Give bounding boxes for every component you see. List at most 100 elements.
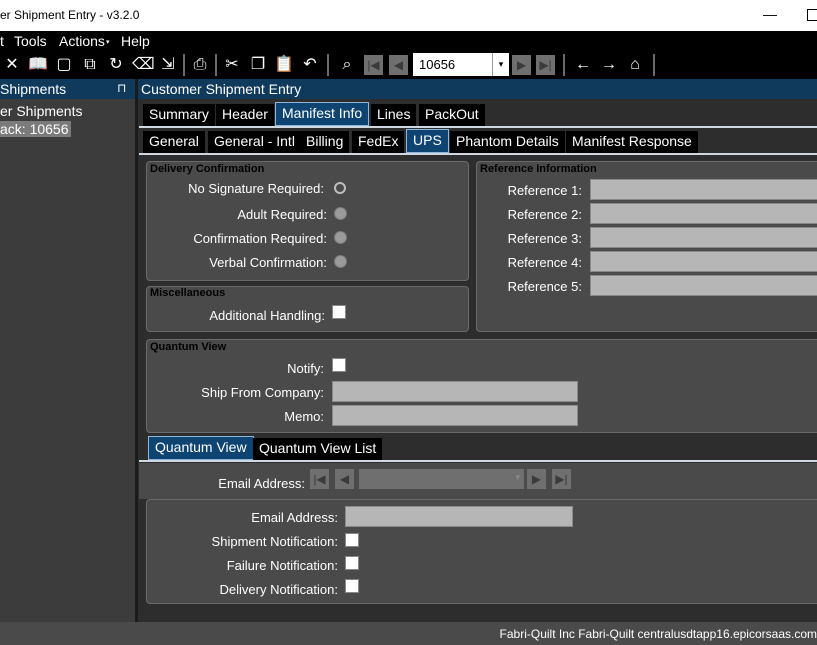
email-select[interactable]: ▾ xyxy=(359,469,524,489)
page-title: Customer Shipment Entry xyxy=(141,81,302,97)
no-signature-radio[interactable] xyxy=(334,182,346,194)
reference-4-label: Reference 4: xyxy=(507,255,582,270)
verbal-confirmation-label: Verbal Confirmation: xyxy=(209,255,327,270)
verbal-confirmation-radio[interactable] xyxy=(334,255,347,268)
toolbar-divider xyxy=(653,54,655,76)
next-record-icon[interactable]: ▶ xyxy=(512,55,531,75)
confirmation-required-radio[interactable] xyxy=(334,231,347,244)
toolbar-divider xyxy=(327,54,329,76)
subtab-general[interactable]: General xyxy=(143,131,205,153)
forward-arrow-icon[interactable]: → xyxy=(599,55,619,75)
memo-field[interactable] xyxy=(332,405,578,426)
tab-quantum-view[interactable]: Quantum View xyxy=(148,436,254,460)
reference-2-field[interactable] xyxy=(590,203,817,224)
save-icon[interactable]: ⇲ xyxy=(158,55,178,75)
menu-tools[interactable]: Tools xyxy=(14,33,47,49)
subtab-general-intl[interactable]: General - Intl xyxy=(208,131,301,153)
clear-icon[interactable]: ⌫ xyxy=(132,55,155,75)
left-panel-header: Shipments ⊓ xyxy=(0,79,135,99)
notify-checkbox[interactable] xyxy=(332,358,346,372)
reference-1-field[interactable] xyxy=(590,179,817,200)
tree-item-selected[interactable]: ack: 10656 xyxy=(0,121,71,137)
tree-root[interactable]: er Shipments xyxy=(0,103,82,119)
attachment-icon[interactable]: ⧉ xyxy=(80,55,100,75)
chevron-down-icon[interactable]: ▾ xyxy=(492,53,509,76)
left-panel xyxy=(0,79,135,622)
email-first-icon[interactable]: |◀ xyxy=(310,469,329,489)
delete-icon[interactable]: ✕ xyxy=(2,55,22,75)
toolbar-divider xyxy=(215,54,217,76)
status-text: Fabri-Quilt Inc Fabri-Quilt centralusdta… xyxy=(499,627,817,641)
tab-quantum-view-list[interactable]: Quantum View List xyxy=(253,438,383,460)
paste-icon[interactable]: 📋 xyxy=(274,55,294,75)
delivery-notification-label: Delivery Notification: xyxy=(219,582,339,597)
undo-icon[interactable]: ↶ xyxy=(300,55,320,75)
ship-from-company-label: Ship From Company: xyxy=(201,385,324,400)
failure-notification-label: Failure Notification: xyxy=(226,558,338,573)
email-previous-icon[interactable]: ◀ xyxy=(335,469,354,489)
tab-lines[interactable]: Lines xyxy=(371,104,417,126)
status-bar: Fabri-Quilt Inc Fabri-Quilt centralusdta… xyxy=(0,622,817,645)
reference-2-label: Reference 2: xyxy=(507,207,582,222)
email-nav-label: Email Address: xyxy=(218,476,305,491)
email-next-icon[interactable]: ▶ xyxy=(527,469,546,489)
adult-required-radio[interactable] xyxy=(334,207,347,220)
first-record-icon[interactable]: |◀ xyxy=(364,55,383,75)
no-signature-label: No Signature Required: xyxy=(188,181,324,196)
tab-summary[interactable]: Summary xyxy=(143,104,215,126)
subtab-ups[interactable]: UPS xyxy=(406,129,449,153)
additional-handling-checkbox[interactable] xyxy=(332,305,346,319)
failure-notification-checkbox[interactable] xyxy=(345,556,359,570)
reference-5-label: Reference 5: xyxy=(507,279,582,294)
memo-label: Memo: xyxy=(284,409,324,424)
tab-underline xyxy=(139,126,817,128)
tab-manifest-info[interactable]: Manifest Info xyxy=(275,102,370,126)
toolbar-divider xyxy=(183,54,185,76)
subtab-billing[interactable]: Billing xyxy=(300,131,350,153)
record-selector[interactable]: 10656 ▾ xyxy=(413,53,509,76)
reference-3-field[interactable] xyxy=(590,227,817,248)
ship-from-company-field[interactable] xyxy=(332,381,578,402)
subtab-fedex[interactable]: FedEx xyxy=(352,131,405,153)
open-book-icon[interactable]: 📖 xyxy=(28,55,48,75)
minimize-button[interactable]: — xyxy=(763,6,777,22)
chevron-down-icon: ▾ xyxy=(515,472,520,482)
additional-handling-label: Additional Handling: xyxy=(209,308,325,323)
print-icon[interactable]: ⎙ xyxy=(190,55,210,75)
tab-header[interactable]: Header xyxy=(216,104,274,126)
email-address-label: Email Address: xyxy=(251,510,338,525)
delivery-confirmation-title: Delivery Confirmation xyxy=(150,163,265,175)
menu-bar: t Tools Actions ▾ Help xyxy=(0,31,817,51)
reference-5-field[interactable] xyxy=(590,275,817,296)
menu-edit[interactable]: t xyxy=(0,33,4,49)
maximize-button[interactable] xyxy=(807,9,817,21)
search-binoculars-icon[interactable]: ⌕ xyxy=(337,55,357,75)
email-last-icon[interactable]: ▶| xyxy=(552,469,571,489)
menu-actions[interactable]: Actions xyxy=(59,33,105,49)
email-address-field[interactable] xyxy=(345,506,573,527)
refresh-icon[interactable]: ↻ xyxy=(106,55,126,75)
subtab-phantom-details[interactable]: Phantom Details xyxy=(450,131,565,153)
copy-icon[interactable]: ❐ xyxy=(248,55,268,75)
delivery-notification-checkbox[interactable] xyxy=(345,579,359,593)
pin-icon[interactable]: ⊓ xyxy=(117,81,126,95)
note-icon[interactable]: ▢ xyxy=(54,55,74,75)
back-arrow-icon[interactable]: ← xyxy=(573,55,593,75)
subtab-manifest-response[interactable]: Manifest Response xyxy=(566,131,698,153)
window-title: er Shipment Entry - v3.2.0 xyxy=(0,8,140,22)
confirmation-required-label: Confirmation Required: xyxy=(193,231,327,246)
previous-record-icon[interactable]: ◀ xyxy=(389,55,408,75)
cut-icon[interactable]: ✂ xyxy=(222,55,242,75)
home-icon[interactable]: ⌂ xyxy=(625,55,645,75)
miscellaneous-title: Miscellaneous xyxy=(150,287,226,299)
left-panel-title: Shipments xyxy=(0,81,67,97)
menu-help[interactable]: Help xyxy=(121,33,150,49)
last-record-icon[interactable]: ▶| xyxy=(536,55,555,75)
adult-required-label: Adult Required: xyxy=(237,207,327,222)
reference-information-title: Reference Information xyxy=(480,163,597,175)
shipment-notification-checkbox[interactable] xyxy=(345,533,359,547)
main-header: Customer Shipment Entry xyxy=(138,79,817,99)
reference-4-field[interactable] xyxy=(590,251,817,272)
tab-packout[interactable]: PackOut xyxy=(419,104,485,126)
shipment-notification-label: Shipment Notification: xyxy=(211,534,338,549)
